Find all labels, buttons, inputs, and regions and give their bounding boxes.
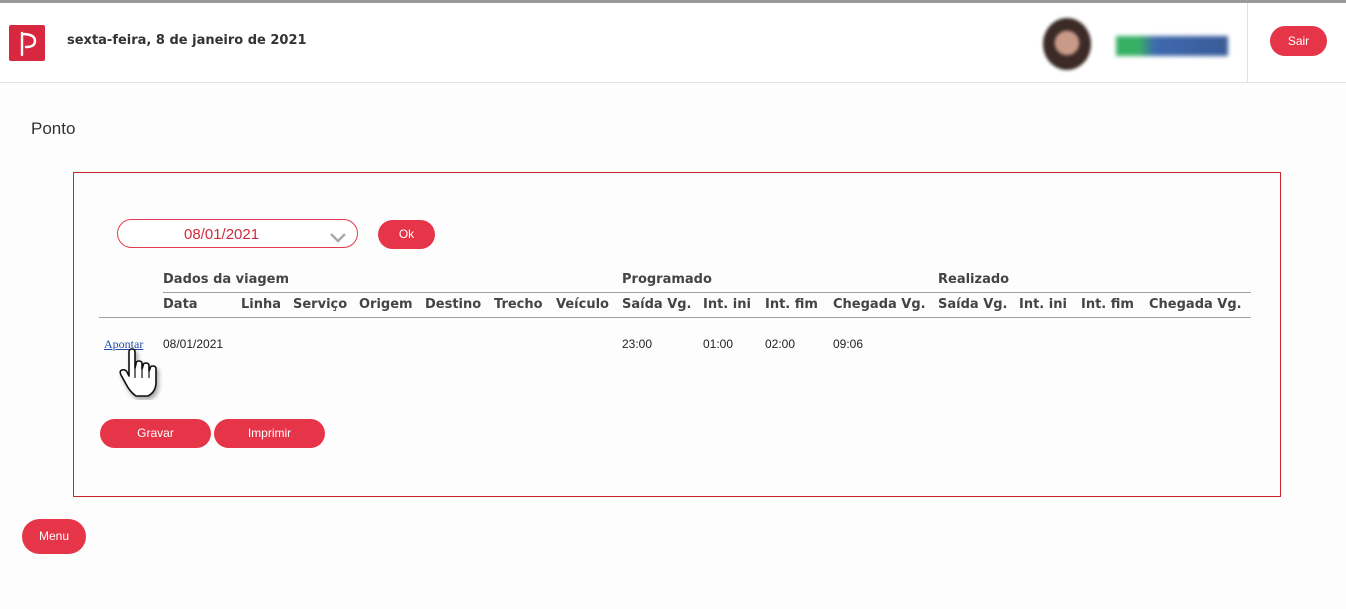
group-header-actual: Realizado — [938, 272, 1010, 287]
column-header: Saída Vg. — [938, 297, 1008, 312]
date-select[interactable]: 08/01/2021 — [117, 219, 358, 248]
column-header: Origem — [359, 297, 413, 312]
column-header: Serviço — [293, 297, 348, 312]
chevron-down-icon — [330, 228, 346, 247]
cell-scheduled-arrival: 09:06 — [833, 337, 864, 351]
print-button[interactable]: Imprimir — [214, 419, 325, 448]
header-bar: sexta-feira, 8 de janeiro de 2021 — [0, 3, 1346, 83]
page-title: Ponto — [31, 119, 76, 138]
cell-scheduled-departure: 23:00 — [622, 337, 653, 351]
header-divider — [1247, 3, 1248, 82]
column-header: Chegada Vg. — [1149, 297, 1242, 312]
cell-date: 08/01/2021 — [163, 337, 224, 351]
group-header-trip: Dados da viagem — [163, 272, 290, 287]
column-header: Veículo — [556, 297, 609, 312]
cell-scheduled-break-start: 01:00 — [703, 337, 734, 351]
date-select-value: 08/01/2021 — [184, 226, 260, 243]
column-header: Chegada Vg. — [833, 297, 926, 312]
column-header: Int. ini — [1019, 297, 1067, 312]
column-header: Trecho — [494, 297, 543, 312]
header-rule — [163, 292, 1251, 293]
avatar[interactable] — [1043, 18, 1091, 70]
group-header-scheduled: Programado — [622, 272, 712, 287]
save-button[interactable]: Gravar — [100, 419, 211, 448]
menu-button[interactable]: Menu — [22, 519, 86, 554]
columns-rule — [99, 317, 1251, 318]
current-date: sexta-feira, 8 de janeiro de 2021 — [67, 33, 307, 48]
column-header: Int. fim — [765, 297, 818, 312]
column-header: Data — [163, 297, 198, 312]
company-logo — [1116, 36, 1228, 56]
logout-button[interactable]: Sair — [1270, 26, 1327, 56]
cell-scheduled-break-end: 02:00 — [765, 337, 796, 351]
column-header: Saída Vg. — [622, 297, 692, 312]
ok-button[interactable]: Ok — [378, 220, 435, 249]
column-header: Linha — [241, 297, 282, 312]
hand-cursor-icon — [118, 348, 166, 404]
column-header: Int. fim — [1081, 297, 1134, 312]
column-header: Int. ini — [703, 297, 751, 312]
brand-logo-icon[interactable] — [9, 25, 45, 61]
column-header: Destino — [425, 297, 482, 312]
